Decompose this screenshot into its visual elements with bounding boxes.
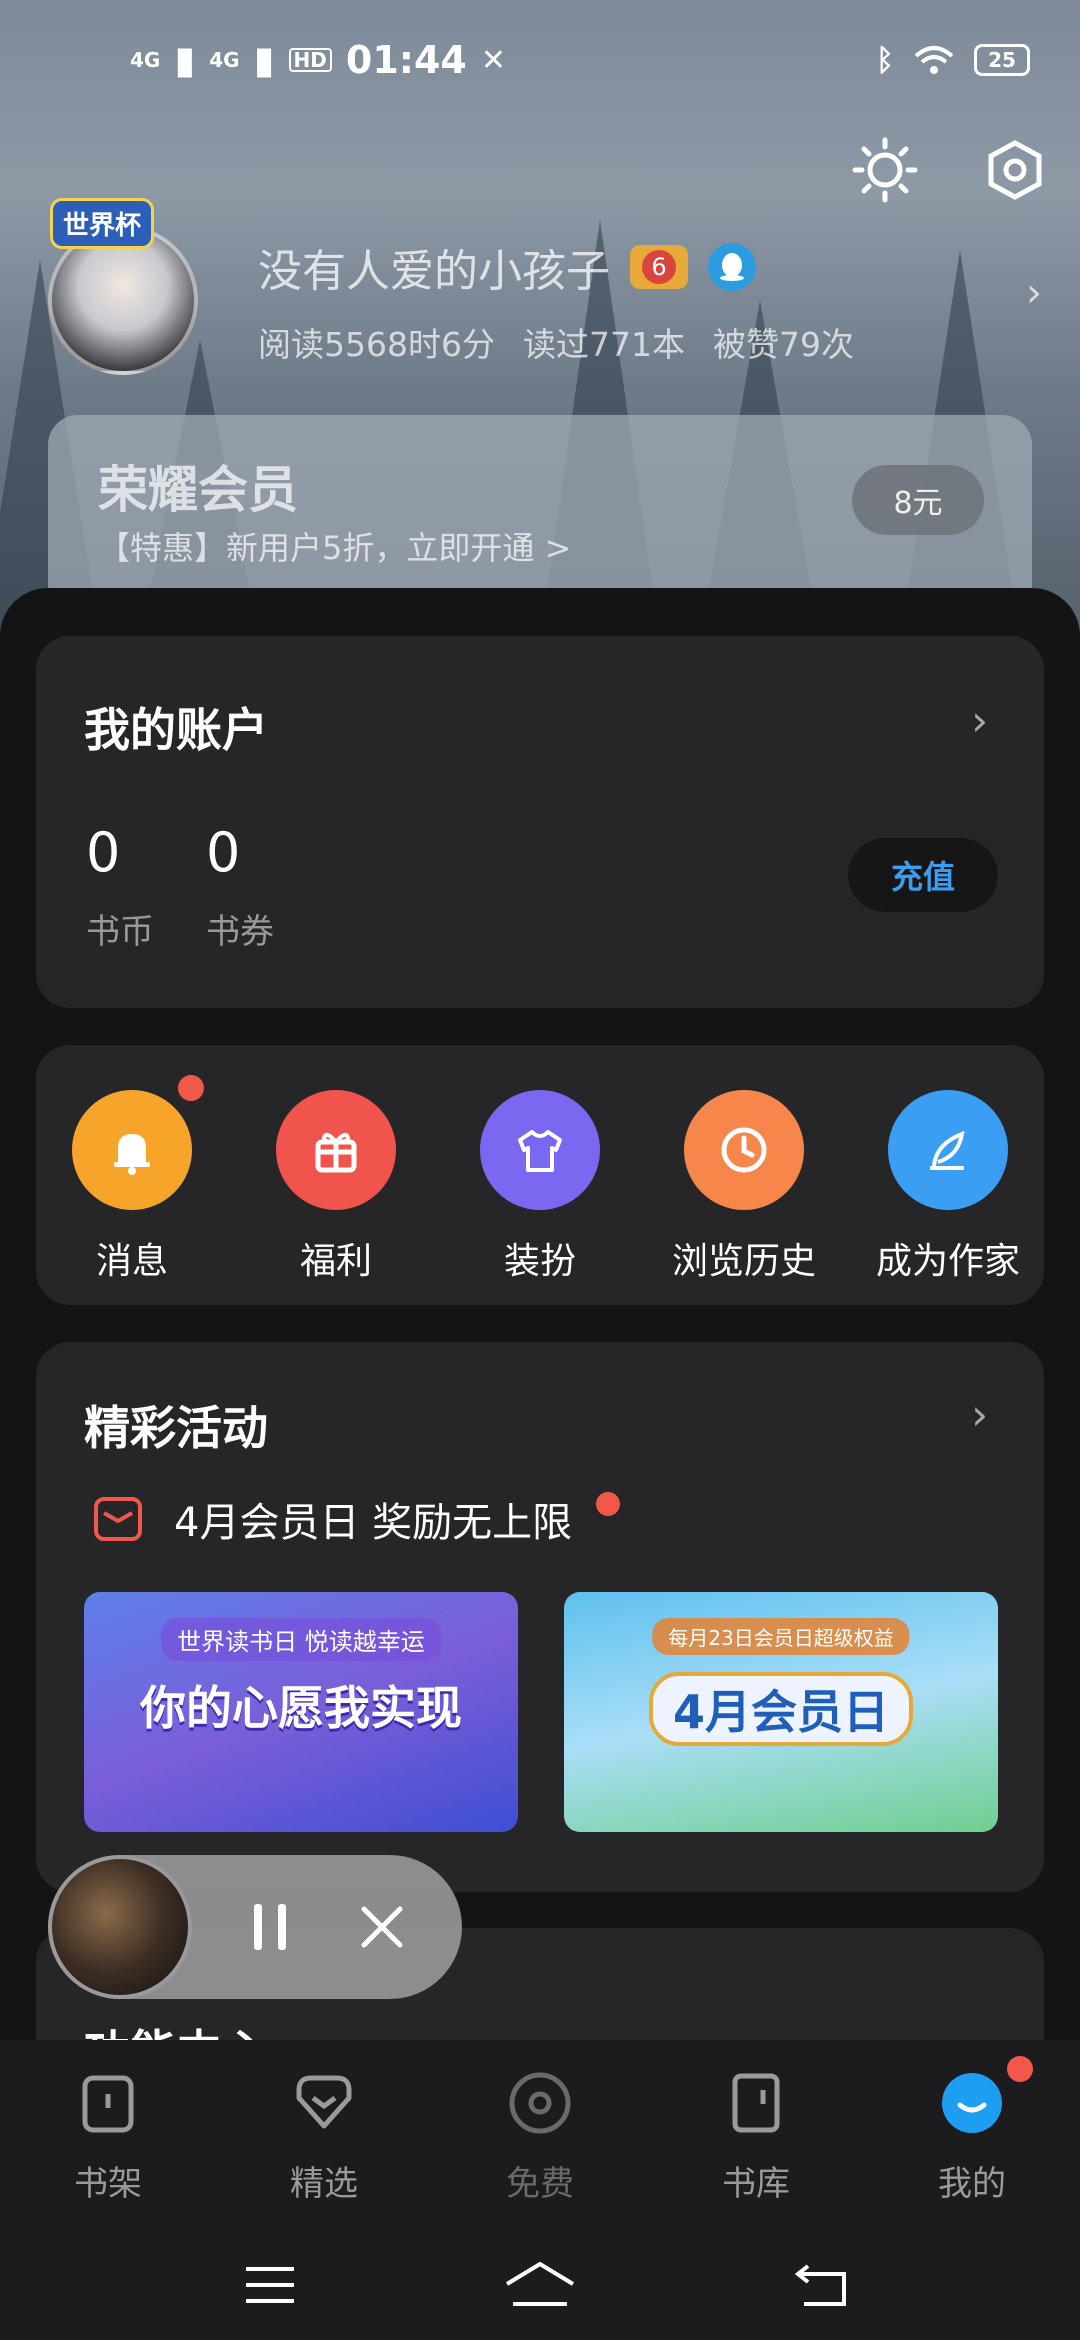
coins-label[interactable]: 书币 (86, 904, 154, 953)
profile-name-row[interactable]: 没有人爱的小孩子 6 (258, 235, 756, 299)
tickets-label[interactable]: 书券 (206, 904, 274, 953)
bell-icon (72, 1090, 192, 1210)
mailbox-icon (94, 1497, 142, 1541)
bottom-tab-bar: 书架 精选 免费 书库 我的 (0, 2040, 1080, 2230)
home-button[interactable] (500, 2255, 580, 2315)
signal-1-label: 4G (130, 48, 161, 72)
tickets-value: 0 (206, 821, 241, 884)
activities-card: 精彩活动 › 4月会员日 奖励无上限 世界读书日 悦读越幸运 你的心愿我实现 每… (36, 1342, 1044, 1892)
clock-icon (684, 1090, 804, 1210)
sun-icon (852, 137, 918, 203)
home-icon (505, 2262, 575, 2306)
tab-bookshelf[interactable]: 书架 (28, 2068, 188, 2205)
player-cover[interactable] (48, 1855, 192, 1999)
coins-value: 0 (86, 821, 121, 884)
bookshelf-icon (73, 2068, 143, 2138)
free-icon (505, 2068, 575, 2138)
tools-icon: ✕ (480, 42, 506, 78)
reading-stats: 阅读5568时6分 读过771本 被赞79次 (258, 318, 854, 366)
library-icon (721, 2068, 791, 2138)
status-bar: 4G ▮ 4G ▮ HD 01:44 ✕ ᛒ 25 (0, 30, 1080, 90)
activities-title: 精彩活动 (84, 1401, 268, 1455)
close-icon (361, 1906, 403, 1948)
shirt-icon (480, 1090, 600, 1210)
tab-label: 免费 (506, 2164, 574, 2204)
level-number: 6 (642, 250, 676, 284)
banner-1-tag: 世界读书日 悦读越幸运 (161, 1618, 441, 1661)
wifi-icon (914, 46, 954, 74)
quick-label: 浏览历史 (671, 1241, 816, 1282)
reading-time: 阅读5568时6分 (258, 325, 495, 364)
activity-headline-text: 4月会员日 奖励无上限 (174, 1500, 573, 1546)
tab-library[interactable]: 书库 (676, 2068, 836, 2205)
banner-2-tag: 每月23日会员日超级权益 (652, 1618, 910, 1655)
vip-title: 荣耀会员 (98, 461, 298, 519)
back-icon (794, 2264, 846, 2306)
likes-count: 被赞79次 (712, 325, 854, 364)
tab-me[interactable]: 我的 (892, 2068, 1052, 2205)
account-chevron-icon[interactable]: › (971, 696, 988, 745)
banner-world-reading-day[interactable]: 世界读书日 悦读越幸运 你的心愿我实现 (84, 1592, 518, 1832)
tab-featured[interactable]: 精选 (244, 2068, 404, 2205)
tab-label: 书架 (74, 2164, 142, 2204)
bluetooth-icon: ᛒ (876, 42, 894, 78)
activities-chevron-icon[interactable]: › (971, 1390, 988, 1439)
pause-icon (254, 1904, 286, 1950)
theme-toggle-button[interactable] (850, 135, 920, 205)
vip-subtitle[interactable]: 【特惠】新用户5折，立即开通 > (98, 523, 571, 569)
header-actions (850, 135, 1050, 205)
account-title: 我的账户 (84, 703, 268, 757)
gift-icon (276, 1090, 396, 1210)
quick-label: 消息 (95, 1241, 168, 1282)
signal-2-label: 4G (209, 48, 240, 72)
tab-free[interactable]: 免费 (460, 2068, 620, 2205)
qq-badge-icon (708, 243, 756, 291)
quick-actions-card: 消息 福利 装扮 浏览历史 成为作家 (36, 1045, 1044, 1305)
hd-label: HD (288, 48, 332, 72)
books-read: 读过771本 (522, 325, 685, 364)
me-tab-unread-dot (1007, 2056, 1033, 2082)
username: 没有人爱的小孩子 (258, 246, 610, 297)
tab-label: 书库 (722, 2164, 790, 2204)
feather-icon (888, 1090, 1008, 1210)
back-button[interactable] (784, 2255, 864, 2315)
featured-icon (289, 2068, 359, 2138)
profile-chevron-icon[interactable]: › (1026, 270, 1042, 316)
messages-unread-dot (178, 1075, 204, 1101)
quick-item-welfare[interactable]: 福利 (236, 1090, 436, 1284)
gear-icon (988, 140, 1042, 200)
quick-item-history[interactable]: 浏览历史 (644, 1090, 844, 1284)
menu-icon (246, 2267, 294, 2303)
close-player-button[interactable] (360, 1905, 404, 1953)
tab-label: 精选 (290, 2164, 358, 2204)
tab-label: 我的 (938, 2164, 1006, 2204)
signal-bars-icon: ▮ (174, 38, 196, 82)
activity-headline[interactable]: 4月会员日 奖励无上限 (92, 1490, 572, 1548)
quick-label: 成为作家 (875, 1241, 1020, 1282)
mini-audio-player[interactable] (48, 1855, 462, 1999)
banner-2-title: 4月会员日 (648, 1672, 914, 1746)
quick-item-dressup[interactable]: 装扮 (440, 1090, 640, 1284)
quick-label: 福利 (299, 1241, 372, 1282)
me-icon (937, 2068, 1007, 2138)
recharge-button[interactable]: 充值 (848, 838, 998, 912)
banner-1-title: 你的心愿我实现 (140, 1681, 462, 1735)
quick-item-messages[interactable]: 消息 (32, 1090, 232, 1284)
battery-indicator: 25 (974, 44, 1030, 76)
avatar-badge: 世界杯 (50, 198, 155, 249)
system-navigation-bar (0, 2230, 1080, 2340)
banner-member-day[interactable]: 每月23日会员日超级权益 4月会员日 (564, 1592, 998, 1832)
status-time: 01:44 (345, 38, 467, 82)
pause-button[interactable] (248, 1902, 292, 1956)
settings-button[interactable] (980, 135, 1050, 205)
quick-label: 装扮 (503, 1241, 576, 1282)
activity-new-dot (596, 1492, 620, 1516)
signal-bars-icon: ▮ (253, 38, 275, 82)
menu-button[interactable] (230, 2255, 310, 2315)
vip-card[interactable]: 荣耀会员 【特惠】新用户5折，立即开通 > 8元 (48, 415, 1032, 615)
vip-price-button[interactable]: 8元 (852, 465, 984, 535)
level-badge: 6 (630, 245, 688, 289)
account-card: 我的账户 › 0 书币 0 书券 充值 (36, 636, 1044, 1008)
quick-item-become-author[interactable]: 成为作家 (848, 1090, 1048, 1284)
